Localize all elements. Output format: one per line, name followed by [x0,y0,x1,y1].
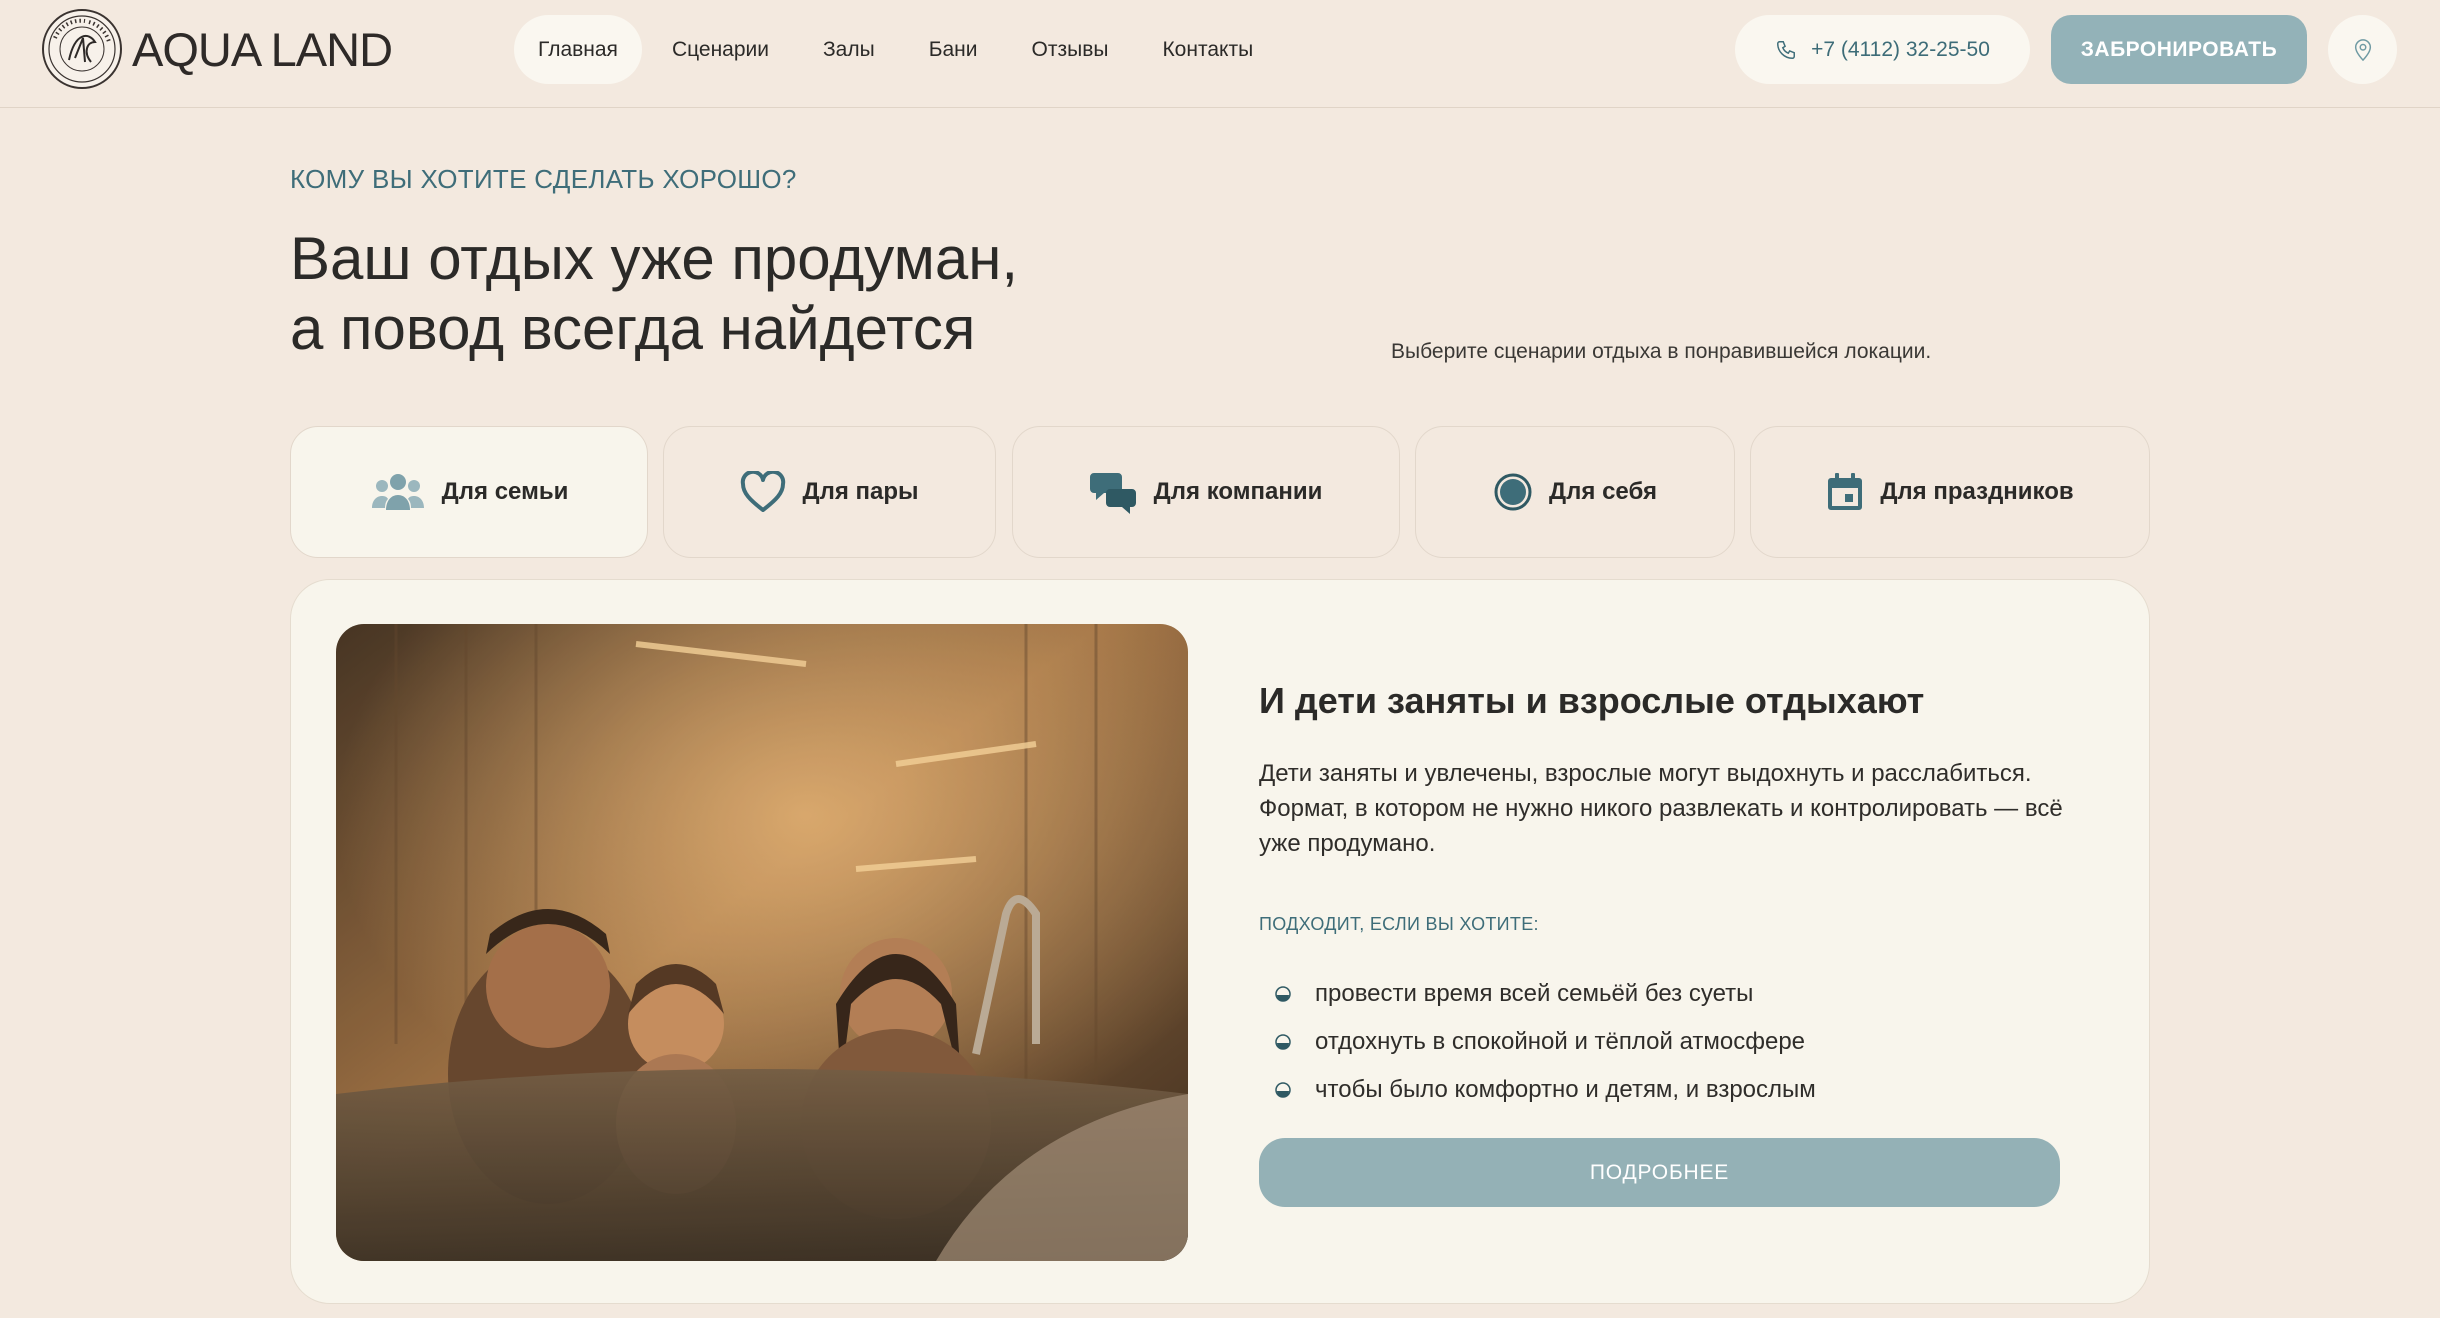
more-button[interactable]: ПОДРОБНЕЕ [1259,1138,2060,1207]
phone-icon [1777,40,1796,59]
tab-company-label: Для компании [1153,478,1323,505]
fits-list: провести время всей семьёй без суеты отд… [1275,970,1816,1114]
section-eyebrow: КОМУ ВЫ ХОТИТЕ СДЕЛАТЬ ХОРОШО? [290,164,797,194]
chat-bubbles-icon [1089,469,1138,515]
list-item: чтобы было комфортно и детям, и взрослым [1275,1066,1816,1114]
bullet-icon [1275,986,1291,1002]
nav-item-reviews[interactable]: Отзывы [1008,15,1133,84]
card-description: Дети заняты и увлечены, взрослые могут в… [1259,760,2063,857]
tab-holidays[interactable]: Для праздников [1750,426,2150,558]
list-item-text: чтобы было комфортно и детям, и взрослым [1315,1076,1816,1103]
main-nav: Главная Сценарии Залы Бани Отзывы Контак… [514,15,1283,84]
bullet-icon [1275,1082,1291,1098]
tab-family-label: Для семьи [441,478,569,505]
list-item-text: провести время всей семьёй без суеты [1315,980,1754,1007]
family-in-hot-tub-photo [336,624,1188,1261]
book-button[interactable]: ЗАБРОНИРОВАТЬ [2051,15,2307,84]
map-button[interactable] [2328,15,2397,84]
list-item-text: отдохнуть в спокойной и тёплой атмосфере [1315,1028,1806,1055]
scenario-card: И дети заняты и взрослые отдыхают Дети з… [290,579,2150,1304]
nav-item-halls[interactable]: Залы [799,15,899,84]
nav-item-contacts[interactable]: Контакты [1138,15,1277,84]
nav-item-saunas[interactable]: Бани [905,15,1002,84]
logo-emblem [42,9,122,89]
nav-item-home[interactable]: Главная [514,15,642,84]
page-title-line-1: Ваш отдых уже продуман, [290,225,1019,292]
logo[interactable]: AQUA LAND [42,9,393,89]
tab-self-label: Для себя [1549,478,1657,505]
tab-self[interactable]: Для себя [1415,426,1735,558]
list-item: провести время всей семьёй без суеты [1275,970,1816,1018]
phone-number: +7 (4112) 32-25-50 [1811,37,1990,61]
list-item: отдохнуть в спокойной и тёплой атмосфере [1275,1018,1816,1066]
page-title: Ваш отдых уже продуман, а повод всегда н… [290,224,1018,364]
calendar-icon [1826,472,1864,512]
hero-subtitle: Выберите сценарии отдыха в понравившейся… [1391,340,1932,363]
tab-couple-label: Для пары [802,478,919,505]
bullet-icon [1275,1034,1291,1050]
heart-icon [740,471,786,513]
tab-couple[interactable]: Для пары [663,426,996,558]
phone-button[interactable]: +7 (4112) 32-25-50 [1735,15,2030,84]
card-title: И дети заняты и взрослые отдыхают [1259,680,1925,721]
fits-label: ПОДХОДИТ, ЕСЛИ ВЫ ХОТИТЕ: [1259,914,1539,934]
circle-icon [1493,472,1533,512]
tab-holidays-label: Для праздников [1880,478,2074,505]
tab-company[interactable]: Для компании [1012,426,1400,558]
tab-family[interactable]: Для семьи [290,426,648,558]
page-title-line-2: а повод всегда найдется [290,295,976,362]
brand-name: AQUA LAND [132,22,393,76]
family-icon [370,472,426,512]
site-header: AQUA LAND Главная Сценарии Залы Бани Отз… [0,0,2440,108]
map-pin-icon [2354,38,2371,61]
nav-item-scenarios[interactable]: Сценарии [648,15,793,84]
